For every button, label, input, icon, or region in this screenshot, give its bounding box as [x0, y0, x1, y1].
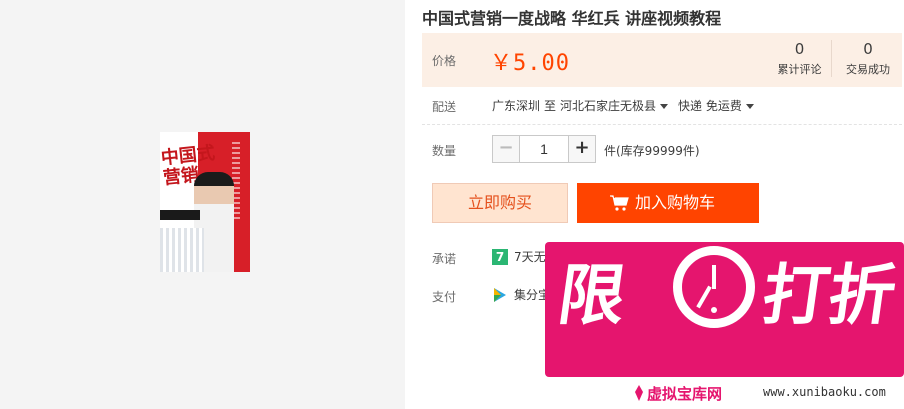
- quantity-stepper: − +: [492, 135, 596, 163]
- stat-reviews[interactable]: 0 累计评论: [768, 40, 832, 77]
- payment-info[interactable]: 集分宝: [492, 286, 550, 303]
- product-gallery: 中国式营销: [0, 0, 405, 409]
- cart-icon: [610, 195, 629, 211]
- reviews-count: 0: [794, 40, 805, 58]
- quantity-label: 数量: [432, 144, 457, 158]
- product-title: 中国式营销一度战略 华红兵 讲座视频教程: [422, 9, 722, 28]
- shipping-label: 配送: [432, 100, 457, 114]
- add-to-cart-button[interactable]: 加入购物车: [577, 183, 759, 223]
- ship-method-select[interactable]: 快递 免运费: [678, 97, 760, 114]
- ship-destination-select[interactable]: 河北石家庄无极县: [560, 97, 674, 114]
- ship-from: 广东深圳: [492, 99, 541, 113]
- price-label: 价格: [432, 54, 457, 68]
- promo-char-right: 打折: [757, 257, 901, 334]
- ship-to-word: 至: [544, 99, 557, 113]
- watermark-url: www.xunibaoku.com: [763, 385, 886, 399]
- discount-promo-overlay: 限 打折 虚拟宝库网 www.xunibaoku.com: [545, 222, 904, 409]
- decrease-button[interactable]: −: [492, 135, 520, 163]
- watermark-site-name: 虚拟宝库网: [647, 385, 723, 403]
- product-page: 中国式营销 中国式营销一度战略 华红兵 讲座视频教程 价格 ￥5.00 0 累计…: [0, 0, 904, 409]
- price-value: ￥5.00: [490, 51, 570, 76]
- promo-char-left: 限: [553, 257, 631, 334]
- payment-label: 支付: [432, 290, 457, 304]
- reviews-caption: 累计评论: [777, 63, 822, 76]
- divider: [422, 124, 902, 125]
- add-to-cart-label: 加入购物车: [635, 193, 716, 212]
- promise-label: 承诺: [432, 252, 457, 266]
- sales-caption: 交易成功: [846, 63, 890, 76]
- site-logo-icon: [635, 385, 643, 401]
- stat-sales: 0 交易成功: [836, 40, 900, 77]
- jifenbao-icon: [494, 287, 506, 302]
- quantity-input[interactable]: [520, 135, 568, 163]
- shipping-info: 广东深圳 至 河北石家庄无极县 快递 免运费: [492, 97, 760, 114]
- buy-now-button[interactable]: 立即购买: [432, 183, 568, 223]
- chevron-down-icon: [745, 104, 754, 109]
- increase-button[interactable]: +: [568, 135, 596, 163]
- sales-count: 0: [863, 40, 873, 58]
- seven-day-icon: 7: [492, 248, 508, 265]
- product-cover-image[interactable]: 中国式营销: [160, 132, 250, 272]
- clock-icon: [673, 246, 755, 328]
- chevron-down-icon: [660, 104, 669, 109]
- stock-text: 件(库存99999件): [604, 144, 700, 158]
- price-panel: 价格 ￥5.00 0 累计评论 0 交易成功: [422, 33, 902, 87]
